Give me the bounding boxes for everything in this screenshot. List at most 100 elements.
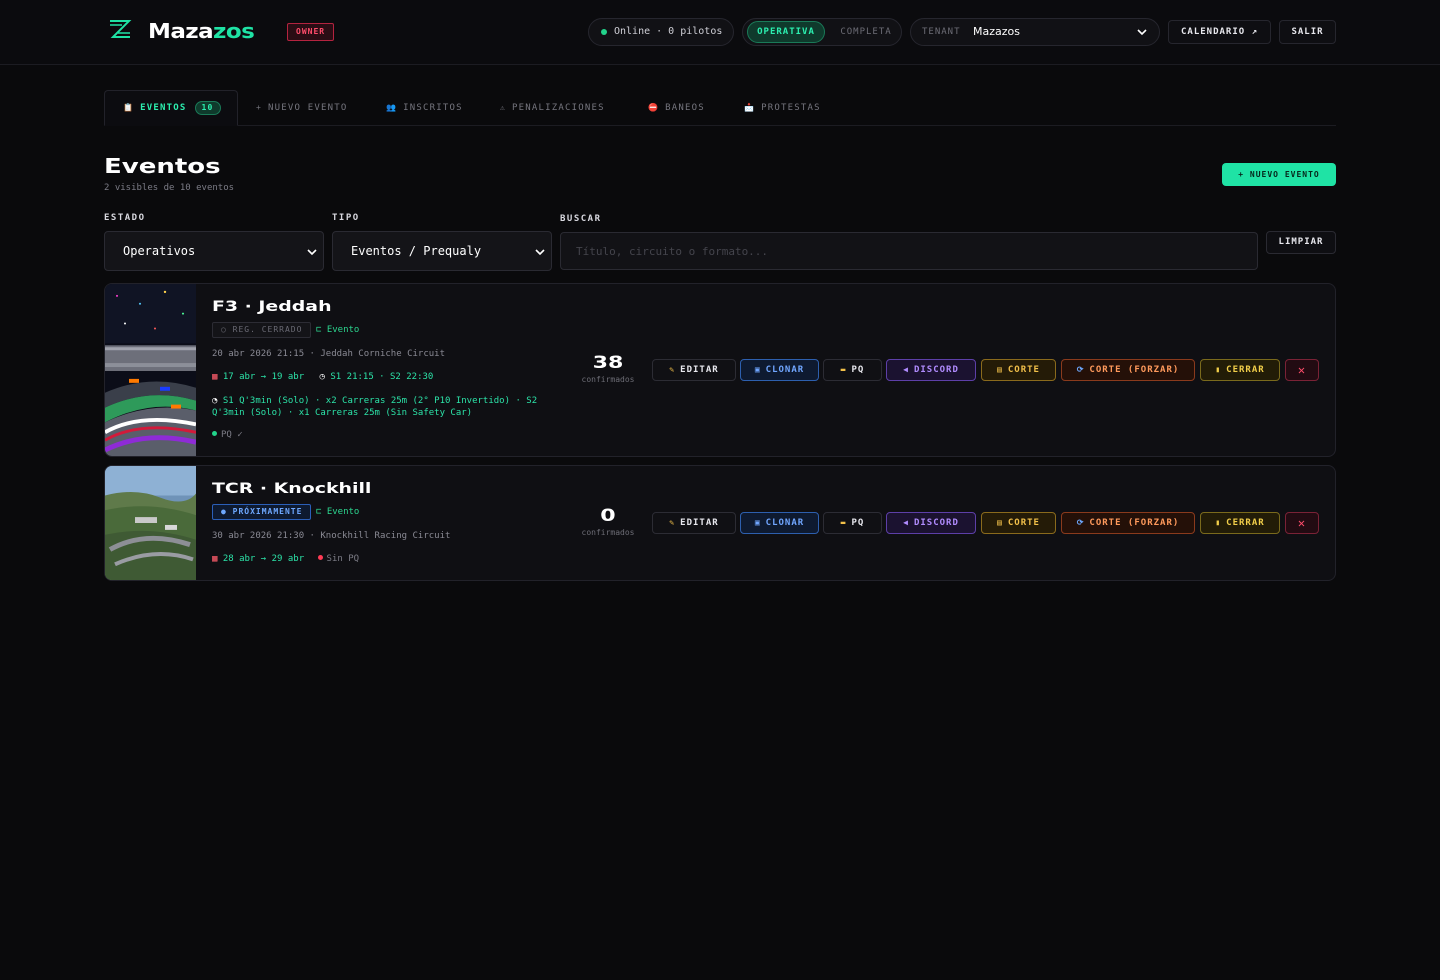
discord-button[interactable]: ◀ DISCORD bbox=[886, 359, 976, 381]
top-header: Mazazos OWNER Online · 0 pilotos OPERATI… bbox=[0, 0, 1440, 65]
tenant-select[interactable]: TENANT Mazazos bbox=[910, 18, 1160, 46]
event-type-tag: ⊏ Evento bbox=[316, 507, 360, 517]
delete-event-button[interactable]: ✕ bbox=[1285, 359, 1319, 381]
clipboard-icon: 📋 bbox=[123, 103, 135, 112]
app-logo-text: Mazazos bbox=[148, 19, 255, 43]
online-dot-icon bbox=[601, 29, 607, 35]
logo-z-icon bbox=[110, 20, 132, 38]
users-icon: 👥 bbox=[386, 103, 398, 112]
clone-button[interactable]: ▣ CLONAR bbox=[740, 359, 819, 381]
lock-icon: ▮ bbox=[1215, 518, 1222, 527]
tab-protestas[interactable]: 📩 PROTESTAS bbox=[744, 90, 821, 126]
inbox-icon: 📩 bbox=[744, 103, 756, 112]
chevron-down-icon bbox=[1137, 29, 1147, 36]
folder-icon: ▬ bbox=[840, 518, 847, 527]
confirmed-label: confirmados bbox=[581, 528, 635, 537]
online-status-text: Online · 0 pilotos bbox=[614, 26, 723, 37]
estado-select[interactable]: Operativos bbox=[104, 231, 324, 271]
confirmed-count: 38 bbox=[592, 353, 624, 373]
tab-eventos-count: 10 bbox=[194, 101, 221, 115]
role-badge: OWNER bbox=[287, 23, 335, 41]
close-icon: ✕ bbox=[1297, 363, 1307, 377]
refresh-icon: ⟳ bbox=[1076, 518, 1085, 527]
event-thumbnail bbox=[105, 284, 196, 456]
mode-completa-button[interactable]: COMPLETA bbox=[833, 21, 899, 43]
event-thumbnail bbox=[105, 466, 196, 580]
tenant-value: Mazazos bbox=[973, 25, 1020, 38]
event-dates: ▦ 17 abr → 19 abr ◷ S1 21:15 · S2 22:30 bbox=[212, 372, 434, 382]
plus-icon: + bbox=[256, 103, 263, 112]
event-status-badge: ● PRÓXIMAMENTE bbox=[212, 504, 312, 520]
delete-event-button[interactable]: ✕ bbox=[1285, 512, 1319, 534]
corte-button[interactable]: ▤ CORTE bbox=[981, 359, 1056, 381]
clone-button[interactable]: ▣ CLONAR bbox=[740, 512, 819, 534]
cerrar-button[interactable]: ▮ CERRAR bbox=[1200, 512, 1280, 534]
edit-button[interactable]: ✎ EDITAR bbox=[652, 359, 736, 381]
calendar-button[interactable]: CALENDARIO ↗ bbox=[1168, 20, 1271, 44]
event-type-tag: ⊏ Evento bbox=[316, 325, 360, 335]
megaphone-icon: ◀ bbox=[903, 365, 909, 374]
event-datetime-circuit: 30 abr 2026 21:30 · Knockhill Racing Cir… bbox=[212, 531, 451, 541]
tab-nuevo-evento[interactable]: + NUEVO EVENTO bbox=[256, 90, 347, 126]
calendar-icon: ▦ bbox=[212, 554, 223, 564]
close-icon: ✕ bbox=[1297, 516, 1307, 530]
pq-dot-icon bbox=[317, 555, 323, 560]
online-status-pill: Online · 0 pilotos bbox=[588, 18, 734, 46]
event-title: F3 · Jeddah bbox=[212, 299, 332, 315]
event-datetime-circuit: 20 abr 2026 21:15 · Jeddah Corniche Circ… bbox=[212, 349, 445, 359]
document-icon: ▤ bbox=[997, 518, 1003, 527]
estado-label: ESTADO bbox=[104, 213, 146, 223]
tipo-select[interactable]: Eventos / Prequaly bbox=[332, 231, 552, 271]
tenant-label: TENANT bbox=[922, 27, 961, 37]
confirmed-count: 0 bbox=[600, 506, 616, 526]
folder-icon: ▬ bbox=[840, 365, 847, 374]
megaphone-icon: ◀ bbox=[903, 518, 909, 527]
page-title: Eventos bbox=[104, 154, 221, 178]
clear-filters-button[interactable]: LIMPIAR bbox=[1266, 231, 1336, 254]
buscar-label: BUSCAR bbox=[560, 214, 602, 224]
mode-toggle: OPERATIVA COMPLETA bbox=[742, 18, 902, 46]
event-pq-status: PQ ✓ bbox=[212, 430, 243, 440]
document-icon: ▤ bbox=[997, 365, 1003, 374]
clock-icon: ◷ bbox=[319, 372, 331, 382]
ban-icon: ⛔ bbox=[648, 103, 660, 112]
copy-icon: ▣ bbox=[754, 365, 761, 374]
logout-button[interactable]: SALIR bbox=[1279, 20, 1336, 44]
page-subtitle: 2 visibles de 10 eventos bbox=[104, 183, 235, 193]
event-title: TCR · Knockhill bbox=[212, 481, 372, 497]
cerrar-button[interactable]: ▮ CERRAR bbox=[1200, 359, 1280, 381]
event-card: F3 · Jeddah ○ REG. CERRADO ⊏ Evento 20 a… bbox=[104, 283, 1336, 457]
corte-forzar-button[interactable]: ⟳ CORTE (FORZAR) bbox=[1061, 359, 1195, 381]
tab-penalizaciones[interactable]: ⚠ PENALIZACIONES bbox=[500, 90, 605, 126]
copy-icon: ▣ bbox=[754, 518, 761, 527]
pencil-icon: ✎ bbox=[669, 518, 676, 527]
chevron-down-icon bbox=[535, 249, 545, 256]
event-card: TCR · Knockhill ● PRÓXIMAMENTE ⊏ Evento … bbox=[104, 465, 1336, 581]
pq-button[interactable]: ▬ PQ bbox=[823, 512, 882, 534]
tipo-label: TIPO bbox=[332, 213, 360, 223]
section-tabs: 📋 EVENTOS 10 + NUEVO EVENTO 👥 INSCRITOS ⚠ PEN… bbox=[104, 90, 1336, 126]
estado-select-value: Operativos bbox=[123, 244, 196, 258]
event-pq-status: Sin PQ bbox=[317, 554, 359, 564]
pq-button[interactable]: ▬ PQ bbox=[823, 359, 882, 381]
edit-button[interactable]: ✎ EDITAR bbox=[652, 512, 736, 534]
tab-inscritos[interactable]: 👥 INSCRITOS bbox=[386, 90, 463, 126]
confirmed-label: confirmados bbox=[581, 375, 635, 384]
new-event-button[interactable]: + NUEVO EVENTO bbox=[1222, 163, 1336, 186]
pencil-icon: ✎ bbox=[669, 365, 676, 374]
event-dates: ▦ 28 abr → 29 abr Sin PQ bbox=[212, 554, 360, 564]
refresh-icon: ⟳ bbox=[1076, 365, 1085, 374]
tab-baneos[interactable]: ⛔ BANEOS bbox=[648, 90, 705, 126]
search-input[interactable] bbox=[560, 232, 1258, 270]
event-format: ◔ S1 Q'3min (Solo) · x2 Carreras 25m (2°… bbox=[212, 396, 538, 418]
tab-eventos[interactable]: 📋 EVENTOS 10 bbox=[104, 90, 238, 126]
pq-dot-icon bbox=[212, 431, 217, 436]
corte-forzar-button[interactable]: ⟳ CORTE (FORZAR) bbox=[1061, 512, 1195, 534]
mode-operativa-button[interactable]: OPERATIVA bbox=[747, 21, 825, 43]
tipo-select-value: Eventos / Prequaly bbox=[351, 244, 482, 258]
tag-icon: ⊏ bbox=[316, 325, 327, 335]
discord-button[interactable]: ◀ DISCORD bbox=[886, 512, 976, 534]
tag-icon: ⊏ bbox=[316, 507, 327, 517]
corte-button[interactable]: ▤ CORTE bbox=[981, 512, 1056, 534]
calendar-icon: ▦ bbox=[212, 372, 223, 382]
